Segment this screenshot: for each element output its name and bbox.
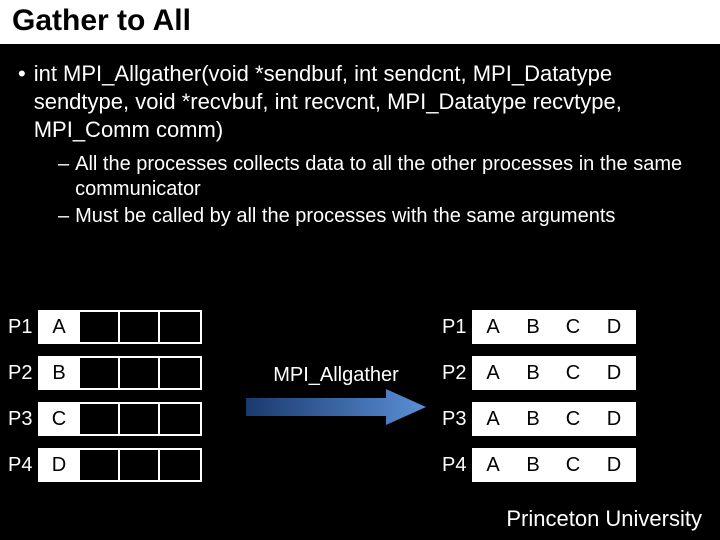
- cell: [80, 404, 120, 434]
- cell: C: [554, 404, 594, 434]
- cell: [160, 450, 200, 480]
- cells: C: [38, 402, 202, 436]
- cell: B: [514, 312, 554, 342]
- cells: A: [38, 310, 202, 344]
- proc-row: P3 A B C D: [438, 400, 636, 438]
- bullet-main-text: int MPI_Allgather(void *sendbuf, int sen…: [34, 60, 702, 144]
- cells: B: [38, 356, 202, 390]
- cell: [120, 404, 160, 434]
- cell: A: [474, 358, 514, 388]
- arrow-right-icon: [246, 389, 426, 425]
- slide-content: • int MPI_Allgather(void *sendbuf, int s…: [0, 46, 720, 229]
- cell: A: [40, 312, 80, 342]
- cell: A: [474, 450, 514, 480]
- cell: D: [594, 312, 634, 342]
- title-bar: Gather to All: [0, 0, 720, 46]
- bullet-dash-icon: –: [58, 152, 69, 202]
- cell: [160, 404, 200, 434]
- cell: [160, 358, 200, 388]
- cell: [80, 312, 120, 342]
- slide-title: Gather to All: [12, 4, 708, 38]
- cells: A B C D: [472, 310, 636, 344]
- proc-label: P1: [4, 316, 38, 339]
- cell: C: [40, 404, 80, 434]
- cell: B: [514, 358, 554, 388]
- arrow-label: MPI_Allgather: [236, 364, 436, 387]
- proc-row: P1 A: [4, 308, 202, 346]
- cell: C: [554, 358, 594, 388]
- proc-row: P4 A B C D: [438, 446, 636, 484]
- cell: B: [514, 404, 554, 434]
- cells: D: [38, 448, 202, 482]
- before-grid: P1 A P2 B P3 C: [4, 308, 202, 492]
- cell: D: [594, 404, 634, 434]
- proc-row: P4 D: [4, 446, 202, 484]
- cell: B: [514, 450, 554, 480]
- bullet-sub-0: – All the processes collects data to all…: [58, 152, 702, 202]
- proc-label: P1: [438, 316, 472, 339]
- proc-label: P3: [438, 408, 472, 431]
- bullet-sub-1: – Must be called by all the processes wi…: [58, 204, 702, 229]
- proc-row: P3 C: [4, 400, 202, 438]
- proc-row: P1 A B C D: [438, 308, 636, 346]
- cell: C: [554, 312, 594, 342]
- cell: [120, 312, 160, 342]
- cell: C: [554, 450, 594, 480]
- proc-label: P2: [438, 362, 472, 385]
- cells: A B C D: [472, 402, 636, 436]
- proc-label: P4: [4, 454, 38, 477]
- cell: D: [594, 358, 634, 388]
- after-grid: P1 A B C D P2 A B C D P3 A B C D: [438, 308, 636, 492]
- cell: [80, 450, 120, 480]
- cell: D: [40, 450, 80, 480]
- bullet-dot-icon: •: [18, 60, 26, 144]
- bullet-main: • int MPI_Allgather(void *sendbuf, int s…: [18, 60, 702, 144]
- cells: A B C D: [472, 448, 636, 482]
- cells: A B C D: [472, 356, 636, 390]
- proc-row: P2 A B C D: [438, 354, 636, 392]
- cell: [120, 358, 160, 388]
- proc-row: P2 B: [4, 354, 202, 392]
- proc-label: P4: [438, 454, 472, 477]
- cell: A: [474, 312, 514, 342]
- bullet-sub-text: Must be called by all the processes with…: [75, 204, 615, 229]
- proc-label: P2: [4, 362, 38, 385]
- cell: [160, 312, 200, 342]
- cell: A: [474, 404, 514, 434]
- bullet-sub-text: All the processes collects data to all t…: [75, 152, 702, 202]
- proc-label: P3: [4, 408, 38, 431]
- bullet-dash-icon: –: [58, 204, 69, 229]
- cell: [120, 450, 160, 480]
- arrow-section: MPI_Allgather: [236, 364, 436, 430]
- cell: D: [594, 450, 634, 480]
- cell: [80, 358, 120, 388]
- cell: B: [40, 358, 80, 388]
- footer: Princeton University: [506, 506, 702, 532]
